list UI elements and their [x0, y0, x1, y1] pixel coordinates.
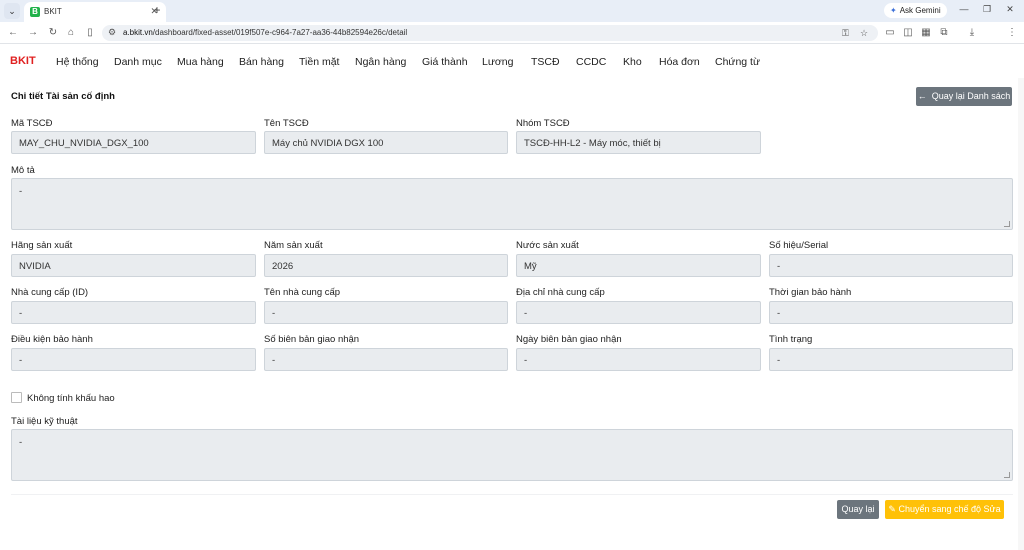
switch-to-edit-button[interactable]: ✎ Chuyển sang chế độ Sửa: [885, 500, 1004, 519]
back-to-list-label: Quay lại Danh sách: [931, 91, 1011, 101]
menu-gia-thanh[interactable]: Giá thành: [422, 56, 468, 68]
dieu-kien-bao-hanh-label: Điều kiện bảo hành: [11, 334, 93, 345]
browser-tab-bar: ⌄ B BKIT ✕ + ✦ Ask Gemini — ❐ ✕: [0, 0, 1024, 22]
ten-tscd-field[interactable]: Máy chủ NVIDIA DGX 100: [264, 131, 508, 154]
menu-ban-hang[interactable]: Bán hàng: [239, 56, 284, 68]
switch-to-edit-label: Chuyển sang chế độ Sửa: [898, 504, 1001, 514]
menu-luong[interactable]: Lương: [482, 56, 513, 68]
resize-handle-icon[interactable]: [1004, 472, 1010, 478]
calculator-icon[interactable]: ▦: [920, 27, 932, 38]
url-host: a.bkit.vn: [123, 28, 153, 37]
site-info-icon[interactable]: ⚙: [108, 27, 116, 38]
back-arrow-icon[interactable]: ←: [6, 26, 20, 40]
reload-icon[interactable]: ↻: [46, 26, 60, 40]
nuoc-san-xuat-field[interactable]: Mỹ: [516, 254, 761, 277]
restore-icon[interactable]: ❐: [980, 4, 994, 15]
ask-gemini-button[interactable]: ✦ Ask Gemini: [884, 3, 947, 18]
menu-chung-tu[interactable]: Chứng từ: [715, 56, 760, 68]
password-key-icon[interactable]: ⚿: [842, 28, 849, 39]
menu-he-thong[interactable]: Hệ thống: [56, 56, 99, 68]
url-text[interactable]: a.bkit.vn/dashboard/fixed-asset/019f507e…: [123, 28, 407, 37]
download-icon[interactable]: ⤓: [966, 27, 978, 38]
menu-danh-muc[interactable]: Danh mục: [114, 56, 162, 68]
footer-divider: [11, 494, 1013, 495]
tab-search-chevron-icon[interactable]: ⌄: [4, 3, 20, 19]
arrow-left-icon: ←: [917, 91, 927, 101]
nhom-tscd-field[interactable]: TSCĐ-HH-L2 - Máy móc, thiết bị: [516, 131, 761, 154]
nam-san-xuat-label: Năm sản xuất: [264, 240, 323, 251]
dia-chi-nha-cung-cap-field[interactable]: -: [516, 301, 761, 324]
address-bar-row: ← → ↻ ⌂ ▯ ⚙ a.bkit.vn/dashboard/fixed-as…: [0, 22, 1024, 61]
menu-mua-hang[interactable]: Mua hàng: [177, 56, 224, 68]
sidebar-icon[interactable]: ◫: [902, 27, 914, 38]
so-hieu-field[interactable]: -: [769, 254, 1013, 277]
ngay-bien-ban-label: Ngày biên bản giao nhận: [516, 334, 622, 345]
khong-tinh-khau-hao-checkbox[interactable]: [11, 392, 22, 403]
brand-logo[interactable]: BKIT: [10, 55, 36, 67]
menu-hoa-don[interactable]: Hóa đơn: [659, 56, 700, 68]
nha-cung-cap-id-label: Nhà cung cấp (ID): [11, 287, 89, 298]
extensions-icon[interactable]: ⧉: [938, 27, 950, 38]
hang-san-xuat-label: Hãng sản xuất: [11, 240, 73, 251]
tinh-trang-label: Tình trạng: [769, 334, 813, 345]
tab-title: BKIT: [44, 7, 62, 16]
ngay-bien-ban-field[interactable]: -: [516, 348, 761, 371]
mo-ta-label: Mô tả: [11, 165, 35, 176]
nha-cung-cap-id-field[interactable]: -: [11, 301, 256, 324]
tai-lieu-ky-thuat-textarea[interactable]: -: [11, 429, 1013, 481]
ask-gemini-label: Ask Gemini: [899, 6, 941, 15]
ten-nha-cung-cap-label: Tên nhà cung cấp: [264, 287, 341, 298]
gemini-sparkle-icon: ✦: [890, 6, 897, 15]
nuoc-san-xuat-label: Nước sản xuất: [516, 240, 579, 251]
bkit-favicon-icon: B: [30, 7, 40, 17]
menu-kho[interactable]: Kho: [623, 56, 642, 68]
hang-san-xuat-field[interactable]: NVIDIA: [11, 254, 256, 277]
app-nav: BKIT Hệ thống Danh mục Mua hàng Bán hàng…: [0, 44, 1024, 78]
split-view-icon[interactable]: ▯: [83, 26, 97, 40]
back-button[interactable]: Quay lại: [837, 500, 879, 519]
minimize-icon[interactable]: —: [957, 4, 971, 14]
menu-tien-mat[interactable]: Tiền mặt: [299, 56, 339, 68]
dia-chi-nha-cung-cap-label: Địa chỉ nhà cung cấp: [516, 287, 605, 298]
back-to-list-button[interactable]: ← Quay lại Danh sách: [916, 87, 1012, 106]
browser-menu-icon[interactable]: ⋮: [1006, 27, 1018, 38]
nhom-tscd-label: Nhóm TSCĐ: [516, 118, 570, 129]
bookmark-star-icon[interactable]: ☆: [860, 28, 868, 39]
close-window-icon[interactable]: ✕: [1003, 4, 1017, 15]
ten-nha-cung-cap-field[interactable]: -: [264, 301, 508, 324]
khong-tinh-khau-hao-label: Không tính khấu hao: [27, 393, 115, 404]
resize-handle-icon[interactable]: [1004, 221, 1010, 227]
tai-lieu-ky-thuat-value: -: [19, 437, 23, 448]
pencil-icon: ✎: [888, 504, 896, 514]
new-tab-button[interactable]: +: [150, 3, 164, 17]
so-hieu-label: Số hiệu/Serial: [769, 240, 829, 251]
home-icon[interactable]: ⌂: [64, 26, 78, 40]
menu-ngan-hang[interactable]: Ngân hàng: [355, 56, 406, 68]
so-bien-ban-label: Số biên bản giao nhận: [264, 334, 360, 345]
page-scrollbar[interactable]: [1018, 78, 1024, 550]
mo-ta-textarea[interactable]: -: [11, 178, 1013, 230]
nam-san-xuat-field[interactable]: 2026: [264, 254, 508, 277]
menu-tscd[interactable]: TSCĐ: [531, 56, 560, 68]
ma-tscd-field[interactable]: MAY_CHU_NVIDIA_DGX_100: [11, 131, 256, 154]
browser-tab[interactable]: B BKIT ✕: [24, 2, 166, 22]
mo-ta-value: -: [19, 186, 23, 197]
tinh-trang-field[interactable]: -: [769, 348, 1013, 371]
so-bien-ban-field[interactable]: -: [264, 348, 508, 371]
thoi-gian-bao-hanh-field[interactable]: -: [769, 301, 1013, 324]
url-path: /dashboard/fixed-asset/019f507e-c964-7a2…: [152, 28, 408, 37]
ma-tscd-label: Mã TSCĐ: [11, 118, 53, 129]
page-title: Chi tiết Tài sản cố định: [11, 91, 115, 102]
card-icon[interactable]: ▭: [884, 27, 896, 38]
thoi-gian-bao-hanh-label: Thời gian bảo hành: [769, 287, 852, 298]
tai-lieu-ky-thuat-label: Tài liệu kỹ thuật: [11, 416, 78, 427]
dieu-kien-bao-hanh-field[interactable]: -: [11, 348, 256, 371]
ten-tscd-label: Tên TSCĐ: [264, 118, 309, 129]
menu-ccdc[interactable]: CCDC: [576, 56, 606, 68]
forward-arrow-icon[interactable]: →: [26, 26, 40, 40]
omnibox[interactable]: ⚙ a.bkit.vn/dashboard/fixed-asset/019f50…: [102, 25, 878, 41]
